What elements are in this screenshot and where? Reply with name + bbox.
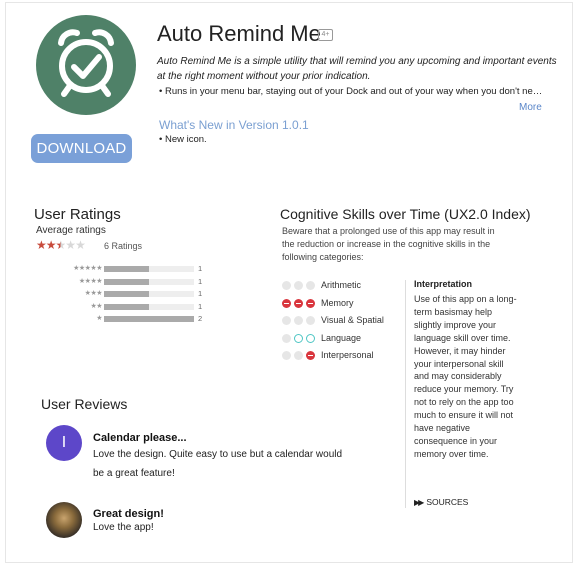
skill-row: Language bbox=[282, 333, 412, 345]
histogram-row: ★★★★★ 1 bbox=[50, 264, 210, 274]
cognitive-skills-title: Cognitive Skills over Time (UX2.0 Index) bbox=[280, 206, 531, 222]
histogram-track bbox=[104, 266, 194, 272]
download-button[interactable]: DOWNLOAD bbox=[31, 134, 132, 163]
histogram-row: ★★★ 1 bbox=[50, 289, 210, 299]
histogram-row: ★ 2 bbox=[50, 314, 210, 324]
histogram-bar bbox=[104, 266, 149, 272]
histogram-count: 2 bbox=[198, 314, 203, 323]
skill-label: Memory bbox=[321, 297, 354, 308]
app-icon bbox=[36, 15, 136, 115]
histogram-count: 1 bbox=[198, 289, 203, 298]
plus-dot-icon bbox=[306, 333, 315, 343]
age-rating-badge: 4+ bbox=[318, 29, 333, 41]
histogram-bar bbox=[104, 278, 149, 285]
histogram-row: ★★ 1 bbox=[50, 302, 210, 312]
histogram-stars: ★★★ bbox=[84, 290, 103, 297]
neutral-dot-icon bbox=[294, 316, 303, 325]
avatar bbox=[46, 502, 82, 538]
skill-row: Visual & Spatial bbox=[282, 315, 412, 327]
alarm-clock-check-icon bbox=[58, 29, 114, 97]
neutral-dot-icon bbox=[282, 333, 291, 343]
neutral-dot-icon bbox=[306, 316, 315, 325]
neutral-dot-icon bbox=[282, 281, 291, 290]
app-description: Auto Remind Me is a simple utility that … bbox=[157, 56, 557, 82]
whats-new-title: What's New in Version 1.0.1 bbox=[159, 118, 309, 132]
interpretation-title: Interpretation bbox=[414, 279, 473, 289]
review-title: Calendar please... bbox=[93, 432, 187, 444]
whats-new-item: • New icon. bbox=[159, 134, 207, 145]
sources-label: SOURCES bbox=[426, 497, 469, 507]
histogram-count: 1 bbox=[198, 276, 203, 286]
average-rating-stars: ★★★★★ bbox=[36, 238, 86, 252]
histogram-bar bbox=[104, 303, 149, 310]
neutral-dot-icon bbox=[294, 351, 303, 360]
fast-forward-icon: ▶▶ bbox=[414, 498, 424, 507]
star-icon: ★ bbox=[55, 238, 67, 252]
minus-dot-icon bbox=[306, 298, 315, 308]
review-body: Love the app! bbox=[93, 522, 154, 533]
skill-label: Interpersonal bbox=[321, 350, 374, 360]
skill-label: Visual & Spatial bbox=[321, 315, 384, 325]
skill-row: Interpersonal bbox=[282, 350, 412, 362]
histogram-bar bbox=[104, 291, 149, 297]
more-link[interactable]: More bbox=[519, 102, 542, 113]
user-ratings-title: User Ratings bbox=[34, 206, 121, 223]
user-reviews-title: User Reviews bbox=[41, 396, 128, 412]
histogram-count: 1 bbox=[198, 264, 203, 273]
histogram-stars: ★★★★ bbox=[78, 277, 103, 285]
neutral-dot-icon bbox=[294, 281, 303, 290]
skill-label: Arithmetic bbox=[321, 280, 362, 290]
neutral-dot-icon bbox=[306, 281, 315, 290]
minus-dot-icon bbox=[294, 298, 303, 308]
histogram-row: ★★★★ 1 bbox=[50, 277, 210, 287]
skill-label: Language bbox=[321, 332, 362, 343]
interpretation-body: Use of this app on a long-term basismay … bbox=[414, 294, 517, 459]
average-ratings-label: Average ratings bbox=[36, 225, 106, 236]
histogram-track bbox=[104, 316, 194, 322]
divider bbox=[405, 280, 406, 508]
histogram-track bbox=[104, 291, 194, 297]
app-title: Auto Remind Me bbox=[157, 21, 321, 46]
ratings-count: 6 Ratings bbox=[104, 241, 143, 251]
neutral-dot-icon bbox=[282, 351, 291, 360]
sources-link[interactable]: ▶▶ SOURCES bbox=[414, 497, 468, 507]
avatar: I bbox=[46, 425, 82, 461]
star-icon: ★ bbox=[75, 238, 86, 252]
minus-dot-icon bbox=[282, 298, 291, 308]
histogram-stars: ★ bbox=[96, 315, 102, 322]
review-body: Love the design. Quite easy to use but a… bbox=[93, 449, 343, 479]
plus-dot-icon bbox=[294, 333, 303, 343]
skill-row: Arithmetic bbox=[282, 280, 412, 292]
star-icon: ★ bbox=[45, 238, 57, 252]
star-icon: ★ bbox=[65, 238, 76, 252]
histogram-track bbox=[104, 303, 194, 310]
skill-row: Memory bbox=[282, 298, 412, 310]
feature-bullet: • Runs in your menu bar, staying out of … bbox=[159, 86, 544, 97]
cognitive-skills-description: Beware that a prolonged use of this app … bbox=[282, 226, 495, 262]
minus-dot-icon bbox=[306, 351, 315, 360]
star-icon: ★ bbox=[36, 238, 47, 252]
histogram-track bbox=[104, 278, 194, 285]
neutral-dot-icon bbox=[282, 316, 291, 325]
histogram-bar bbox=[104, 316, 194, 322]
histogram-count: 1 bbox=[198, 301, 203, 311]
histogram-stars: ★★★★★ bbox=[73, 265, 102, 272]
histogram-stars: ★★ bbox=[90, 302, 102, 310]
